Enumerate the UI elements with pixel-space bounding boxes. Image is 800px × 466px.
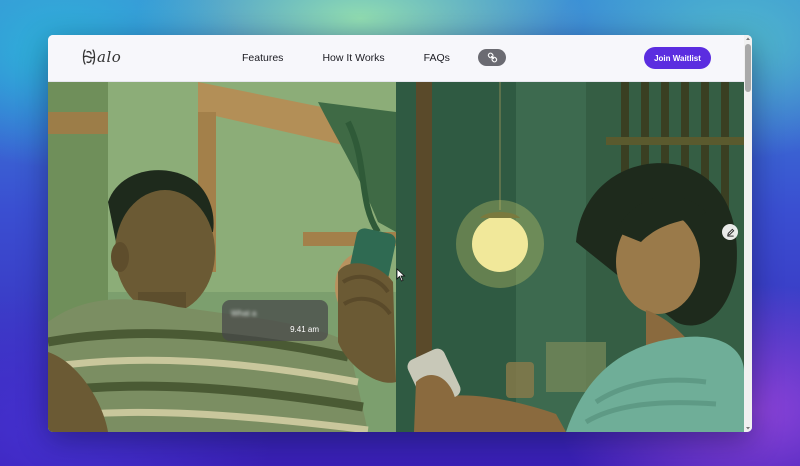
- logo-text: alo: [97, 48, 122, 66]
- halo-logo[interactable]: alo: [82, 48, 121, 66]
- join-waitlist-button[interactable]: Join Waitlist: [644, 47, 711, 69]
- nav-link-features[interactable]: Features: [242, 52, 283, 64]
- hero-section: What a 9.41 am: [48, 82, 744, 432]
- message-bubble: What a 9.41 am: [222, 300, 328, 341]
- hero-photo-woman: [396, 82, 744, 432]
- message-preview: What a: [231, 309, 257, 318]
- nav-link-how-it-works[interactable]: How It Works: [322, 52, 384, 64]
- message-timestamp: 9.41 am: [290, 325, 319, 334]
- main-nav: Features How It Works FAQs: [242, 52, 450, 64]
- browser-window: alo Features How It Works FAQs Join Wait…: [48, 35, 752, 432]
- link-icon: [487, 52, 497, 63]
- hero-photo-man: What a 9.41 am: [48, 82, 396, 432]
- mouse-cursor-icon: [396, 268, 406, 282]
- scroll-up-arrow-icon[interactable]: [745, 36, 751, 42]
- scroll-down-arrow-icon[interactable]: [745, 425, 751, 431]
- edit-button[interactable]: [722, 224, 738, 240]
- link-toggle-button[interactable]: [478, 49, 506, 66]
- swirl-h-logo-icon: [82, 49, 96, 65]
- top-navbar: alo Features How It Works FAQs Join Wait…: [48, 35, 744, 82]
- pencil-icon: [726, 228, 734, 237]
- scrollbar-thumb[interactable]: [745, 44, 751, 92]
- nav-link-faqs[interactable]: FAQs: [424, 52, 450, 64]
- page-scrollbar[interactable]: [744, 35, 752, 432]
